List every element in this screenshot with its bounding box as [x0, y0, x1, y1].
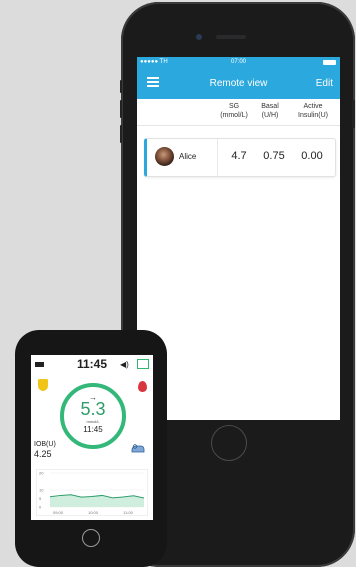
- column-header-active-insulin: Active Insulin(U): [289, 102, 337, 120]
- column-name: Active: [303, 103, 323, 110]
- volume-down-button-2: [120, 125, 122, 143]
- column-name: Basal: [261, 103, 279, 110]
- x-tick-label: 09:00: [53, 510, 64, 515]
- column-header-sg: SG (mmol/L): [214, 102, 254, 120]
- speaker-icon: ◀︎): [120, 360, 129, 369]
- shield-icon: [38, 379, 48, 391]
- patient-card[interactable]: Alice 4.7 0.75 0.00: [144, 138, 336, 177]
- status-bar: ●●●●● TH 07:00: [137, 57, 340, 69]
- camera-icon: [196, 34, 202, 40]
- sensor-icon: [131, 444, 145, 453]
- home-button[interactable]: [211, 425, 247, 461]
- x-tick-label: 11:00: [123, 510, 133, 515]
- y-tick-label: 10: [39, 488, 44, 493]
- page-title: Remote view: [209, 78, 268, 89]
- active-insulin-value: 0.00: [301, 150, 323, 162]
- divider: [217, 139, 218, 176]
- patient-name: Alice: [179, 152, 197, 161]
- controller-time: 11:45: [76, 357, 108, 371]
- y-tick-label: 20: [39, 471, 44, 476]
- reading-time: 11:45: [83, 425, 103, 434]
- status-time: 07:00: [230, 59, 246, 65]
- edit-button[interactable]: Edit: [316, 78, 333, 89]
- power-button: [352, 100, 355, 128]
- volume-down-button: [120, 100, 122, 118]
- speaker-grille: [216, 35, 246, 39]
- phone-screen: ●●●●● TH 07:00 Remote view Edit SG (mmol…: [137, 57, 340, 420]
- column-name: SG: [228, 103, 240, 110]
- x-tick-label: 10:00: [88, 510, 99, 515]
- basal-value: 0.75: [263, 150, 285, 162]
- controller-screen: 11:45 ◀︎) → 5.3 mmol/L 11:45 IOB(U) 4.25…: [31, 355, 153, 520]
- glucose-value: 5.3: [80, 399, 106, 419]
- column-unit: (U/H): [261, 112, 279, 119]
- nav-bar: Remote view Edit: [137, 69, 340, 99]
- chart-frame: [36, 469, 148, 516]
- iob-value: 4.25: [34, 449, 52, 459]
- blood-drop-icon: [138, 381, 147, 392]
- column-header-basal: Basal (U/H): [255, 102, 285, 120]
- glucose-ring: → 5.3 mmol/L 11:45: [60, 383, 126, 449]
- controller-home-button[interactable]: [82, 529, 100, 547]
- iob-label: IOB(U): [34, 441, 56, 448]
- battery-level-icon: [137, 359, 149, 369]
- sg-value: 4.7: [231, 150, 247, 162]
- divider: [137, 125, 340, 126]
- avatar: [155, 147, 174, 166]
- column-unit: (mmol/L): [220, 112, 248, 119]
- glucose-unit: mmol/L: [86, 419, 100, 424]
- column-unit: Insulin(U): [298, 112, 328, 119]
- volume-up-button: [120, 80, 122, 93]
- battery-icon: [323, 60, 336, 65]
- glucose-chart: 20105009:00 10:00 11:00: [36, 469, 148, 516]
